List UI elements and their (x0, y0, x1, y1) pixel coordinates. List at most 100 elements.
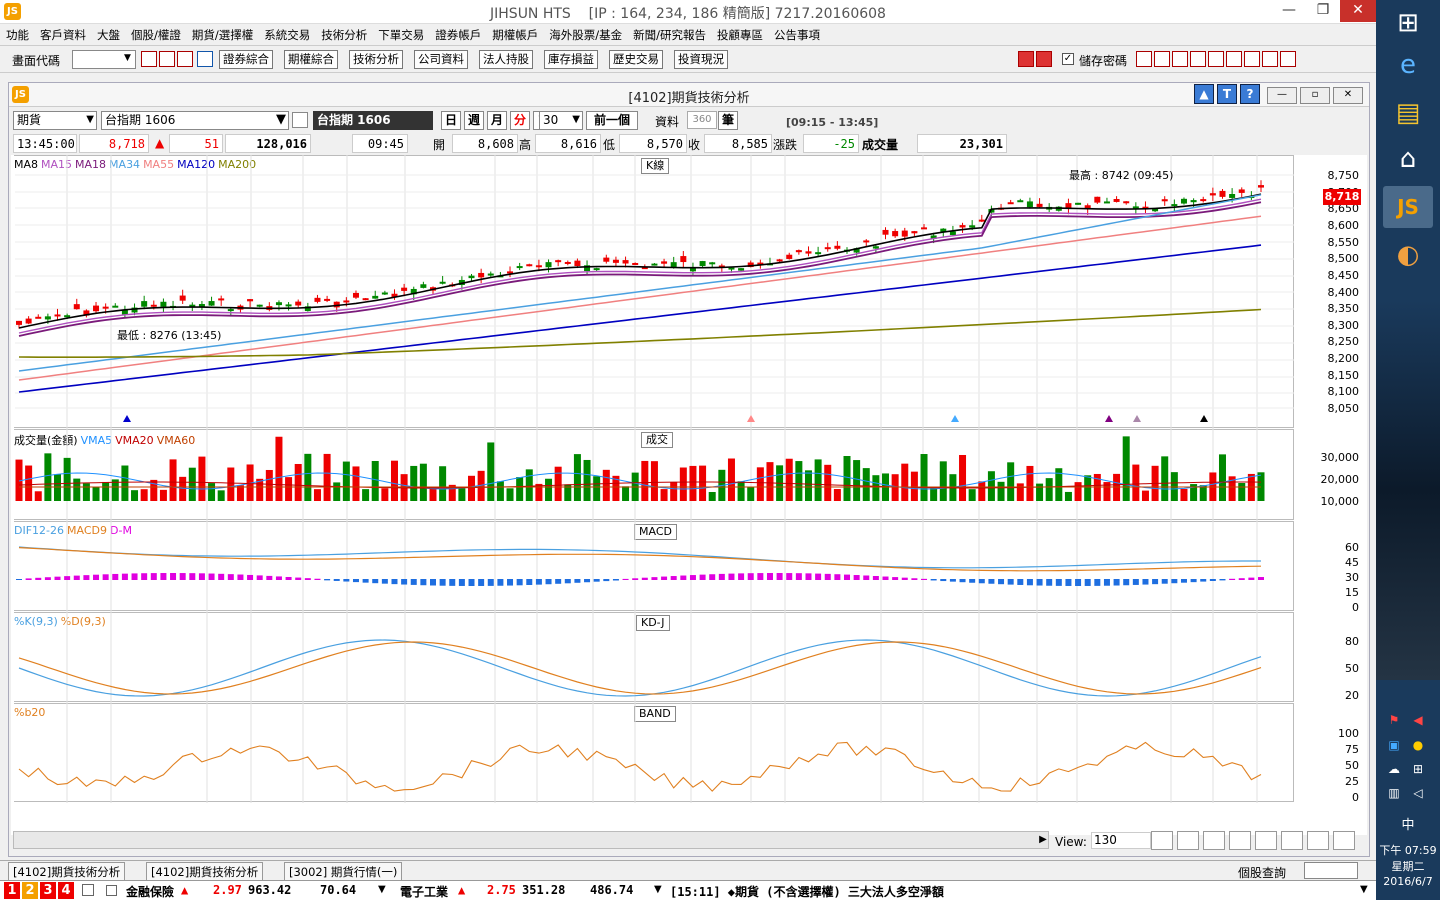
menu-item[interactable]: 功能 (0, 24, 34, 43)
child-close-icon[interactable]: ✕ (1333, 87, 1363, 104)
menu-item[interactable]: 期貨/選擇權 (186, 24, 258, 43)
table-icon[interactable] (1190, 51, 1206, 67)
t-icon[interactable]: T (1217, 84, 1237, 104)
dropdown-icon[interactable] (197, 51, 213, 67)
menu-item[interactable]: 新聞/研究報告 (627, 24, 711, 43)
menu-item[interactable]: 海外股票/基金 (543, 24, 627, 43)
copy-icon[interactable] (1255, 831, 1277, 850)
ticker-page-button[interactable]: 4 (58, 882, 74, 899)
help-icon[interactable]: ? (1240, 84, 1260, 104)
network-icon[interactable]: ▥ (1386, 785, 1402, 801)
prev-button[interactable]: 前一個 (586, 111, 638, 130)
note-icon[interactable] (1226, 51, 1242, 67)
bars-label[interactable]: 筆 (718, 111, 738, 130)
view-input[interactable]: 130 (1091, 832, 1151, 849)
ime-indicator[interactable]: 中 (1376, 814, 1440, 833)
up-icon[interactable]: ▲ (1194, 84, 1214, 104)
cloud-icon[interactable]: ☁ (1386, 761, 1402, 777)
back-icon[interactable] (1018, 51, 1034, 67)
internet-explorer-icon[interactable]: e (1383, 44, 1433, 86)
edit-icon[interactable] (1244, 51, 1260, 67)
ticker-news[interactable]: [15:11] ◆期貨 (不含選擇權) 三大法人多空淨額 (670, 883, 944, 900)
menu-item[interactable]: 個股/權證 (125, 24, 186, 43)
windows-small-icon[interactable]: ⊞ (1410, 761, 1426, 777)
restore-icon[interactable]: ❐ (1306, 0, 1340, 22)
print2-icon[interactable] (1280, 51, 1296, 67)
period-button[interactable]: 日 (441, 111, 461, 130)
period-button[interactable]: 分 (510, 111, 530, 130)
zoom-in-icon[interactable] (1151, 831, 1173, 850)
volume-icon[interactable]: ◁ (1410, 785, 1426, 801)
window-tab[interactable]: [4102]期貨技術分析 (146, 862, 264, 881)
stock-query-input[interactable] (1304, 862, 1358, 879)
menu-item[interactable]: 公告事項 (768, 24, 825, 43)
settings-icon[interactable] (1333, 831, 1355, 850)
menu-item[interactable]: 技術分析 (315, 24, 372, 43)
toolbar-button[interactable]: 公司資料 (414, 50, 468, 69)
chevron-down-icon[interactable]: ▼ (654, 884, 662, 895)
scroll-right-icon[interactable]: ▶ (1037, 832, 1049, 848)
toolbar-button[interactable]: 歷史交易 (609, 50, 663, 69)
menu-item[interactable]: 投顧專區 (711, 24, 768, 43)
ticker-page-button[interactable]: 2 (22, 882, 38, 899)
chart-area[interactable]: MA8 MA15 MA18 MA34 MA55 MA120 MA200 K線 成交量(金額)… (11, 155, 1367, 897)
toolbar-button[interactable]: 法人持股 (479, 50, 533, 69)
table-icon[interactable] (1281, 831, 1303, 850)
ticker-checkbox[interactable] (106, 885, 117, 896)
chevron-down-icon[interactable]: ▼ (378, 884, 386, 895)
search-icon[interactable] (141, 51, 157, 67)
horizontal-scrollbar[interactable] (13, 831, 1049, 849)
zoom-reset-icon[interactable] (1203, 831, 1225, 850)
menu-item[interactable]: 證券帳戶 (429, 24, 486, 43)
lock-icon[interactable] (82, 884, 94, 896)
menu-item[interactable]: 客戶資料 (34, 24, 91, 43)
chevron-down-icon[interactable]: ▼ (124, 53, 131, 63)
jihsun-app-icon[interactable]: JS (1383, 186, 1433, 228)
speaker-mute-icon[interactable]: ◀ (1410, 712, 1426, 728)
tools-icon[interactable] (1262, 51, 1278, 67)
paint-icon[interactable]: ◐ (1383, 234, 1433, 276)
child-restore-icon[interactable]: ▫ (1300, 87, 1330, 104)
grid-icon[interactable] (1154, 51, 1170, 67)
minimize-icon[interactable]: — (1272, 0, 1306, 22)
menu-item[interactable]: 系統交易 (258, 24, 315, 43)
save-password-checkbox[interactable]: ✓ (1062, 53, 1074, 65)
menu-item[interactable]: 大盤 (91, 24, 125, 43)
clock-time[interactable]: 下午 07:59 (1376, 842, 1440, 858)
close-icon[interactable]: ✕ (1340, 0, 1376, 22)
toolbar-button[interactable]: 庫存損益 (544, 50, 598, 69)
list-icon[interactable] (1172, 51, 1188, 67)
toolbar-button[interactable]: 投資現況 (674, 50, 728, 69)
flag-icon[interactable]: ⚑ (1386, 712, 1402, 728)
toolbar-button[interactable]: 證券綜合 (219, 50, 273, 69)
window-tab[interactable]: [3002] 期貨行情(一) (284, 862, 403, 881)
period-button[interactable]: 月 (487, 111, 507, 130)
file-explorer-icon[interactable]: ▤ (1383, 92, 1433, 134)
monitor-icon[interactable]: ▣ (1386, 737, 1402, 753)
ticker-page-button[interactable]: 3 (40, 882, 56, 899)
forward-icon[interactable] (1036, 51, 1052, 67)
window-icon[interactable] (159, 51, 175, 67)
ticker-page-button[interactable]: 1 (4, 882, 20, 899)
search-icon[interactable] (292, 112, 308, 128)
interval-select[interactable]: 30 ▼ (539, 111, 583, 130)
calc-icon[interactable] (1229, 831, 1251, 850)
window-tab[interactable]: [4102]期貨技術分析 (8, 862, 126, 881)
menu-item[interactable]: 下單交易 (372, 24, 429, 43)
draw-icon[interactable] (1307, 831, 1329, 850)
period-button[interactable]: 週 (464, 111, 484, 130)
pen-icon[interactable] (1136, 51, 1152, 67)
toolbar-button[interactable]: 技術分析 (349, 50, 403, 69)
market-select[interactable]: 期貨 ▼ (13, 111, 97, 130)
menu-item[interactable]: 期權帳戶 (486, 24, 543, 43)
windows-start-icon[interactable]: ⊞ (1383, 2, 1433, 44)
data-count-input[interactable]: 360 (687, 111, 717, 129)
symbol-select[interactable]: 台指期 1606 ▼ (101, 111, 289, 130)
bulb-icon[interactable]: ● (1410, 737, 1426, 753)
toolbar-button[interactable]: 期權綜合 (284, 50, 338, 69)
print-icon[interactable] (177, 51, 193, 67)
text-icon[interactable] (1208, 51, 1224, 67)
home-icon[interactable]: ⌂ (1383, 138, 1433, 180)
zoom-out-icon[interactable] (1177, 831, 1199, 850)
chevron-down-icon[interactable]: ▼ (1360, 884, 1368, 895)
